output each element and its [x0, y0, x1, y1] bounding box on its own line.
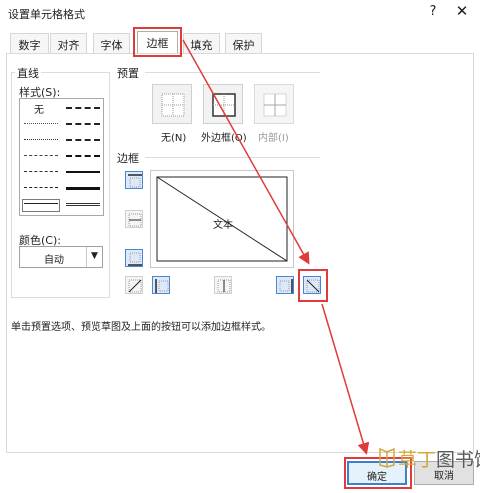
annotation-arrows: [182, 39, 370, 455]
watermark-text: 草丁图书馆: [398, 449, 480, 471]
book-icon: [379, 447, 395, 468]
